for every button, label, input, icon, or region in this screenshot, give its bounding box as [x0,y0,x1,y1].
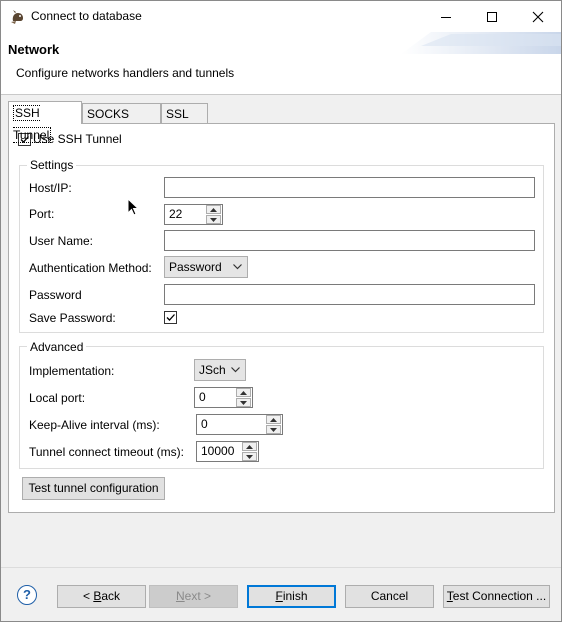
keepalive-increment-button[interactable] [266,415,281,424]
test-tunnel-button[interactable]: Test tunnel configuration [22,477,165,500]
checkmark-icon [166,314,175,321]
tab-socks-proxy[interactable]: SOCKS Proxy [82,103,161,141]
save-password-checkbox[interactable] [164,311,177,324]
title-bar: Connect to database [1,1,561,32]
implementation-value: JSch [199,363,226,377]
test-connection-rest: est Connection ... [452,589,547,603]
connect-dialog: Connect to database Network Configure ne… [0,0,562,622]
auth-method-select[interactable]: Password [164,256,248,278]
wizard-header: Network Configure networks handlers and … [1,32,561,95]
port-decrement-button[interactable] [206,215,221,224]
cancel-button[interactable]: Cancel [345,585,434,608]
local-port-decrement-button[interactable] [236,398,251,407]
help-icon[interactable]: ? [17,585,37,605]
page-title: Network [8,42,60,57]
timeout-decrement-button[interactable] [242,452,257,461]
close-icon [532,11,544,22]
chevron-down-icon [231,367,240,373]
mouse-cursor-icon [127,198,139,216]
arrow-down-icon [246,454,253,459]
back-rest: ack [101,589,121,603]
local-port-spinner[interactable]: 0 [194,387,253,408]
tab-label: SSH Tunnel [13,105,52,143]
finish-button[interactable]: Finish [247,585,336,608]
header-banner-graphic [401,32,561,54]
host-label: Host/IP: [29,181,72,195]
minimize-button[interactable] [423,1,469,32]
close-button[interactable] [515,1,561,32]
settings-legend: Settings [27,158,77,172]
chevron-down-icon [233,264,242,270]
implementation-label: Implementation: [29,364,115,378]
arrow-down-icon [270,427,277,432]
keepalive-decrement-button[interactable] [266,425,281,434]
finish-mnemonic: F [275,589,283,603]
local-port-label: Local port: [29,391,86,405]
save-password-label: Save Password: [29,311,116,325]
next-rest: ext > [184,589,212,603]
timeout-label: Tunnel connect timeout (ms): [29,445,184,459]
user-name-input[interactable] [164,230,535,251]
arrow-up-icon [246,444,253,449]
arrow-down-icon [210,217,217,222]
timeout-spinner[interactable]: 10000 [196,441,259,462]
next-mnemonic: N [175,589,185,603]
arrow-up-icon [240,390,247,395]
maximize-icon [487,11,497,22]
implementation-select[interactable]: JSch [194,359,246,381]
tab-ssh-tunnel[interactable]: SSH Tunnel [8,101,82,143]
auth-method-value: Password [169,260,222,274]
timeout-increment-button[interactable] [242,442,257,451]
port-spinner[interactable]: 22 [164,204,223,225]
advanced-legend: Advanced [27,340,87,354]
port-label: Port: [29,207,55,221]
finish-rest: inish [282,589,308,603]
dbeaver-beaver-icon [11,10,23,24]
password-label: Password [29,288,82,302]
ssh-tunnel-panel: Use SSH Tunnel Settings Host/IP: Port: 2… [8,123,555,513]
keepalive-label: Keep-Alive interval (ms): [29,418,160,432]
arrow-down-icon [240,400,247,405]
arrow-up-icon [270,417,277,422]
next-button[interactable]: Next > [149,585,238,608]
back-prefix: < [82,589,94,603]
host-input[interactable] [164,177,535,198]
auth-method-label: Authentication Method: [29,261,152,275]
tab-ssl[interactable]: SSL [161,103,208,123]
port-increment-button[interactable] [206,205,221,214]
user-name-label: User Name: [29,234,94,248]
local-port-increment-button[interactable] [236,388,251,397]
window-title: Connect to database [31,9,142,23]
arrow-up-icon [210,207,217,212]
footer-separator [1,567,561,568]
tab-label: SSL [166,107,189,121]
minimize-icon [441,16,451,18]
test-connection-button[interactable]: Test Connection ... [443,585,550,608]
maximize-button[interactable] [469,1,515,32]
password-input[interactable] [164,284,535,305]
back-button[interactable]: < Back [57,585,146,608]
keepalive-spinner[interactable]: 0 [196,414,283,435]
page-description: Configure networks handlers and tunnels [16,66,235,80]
